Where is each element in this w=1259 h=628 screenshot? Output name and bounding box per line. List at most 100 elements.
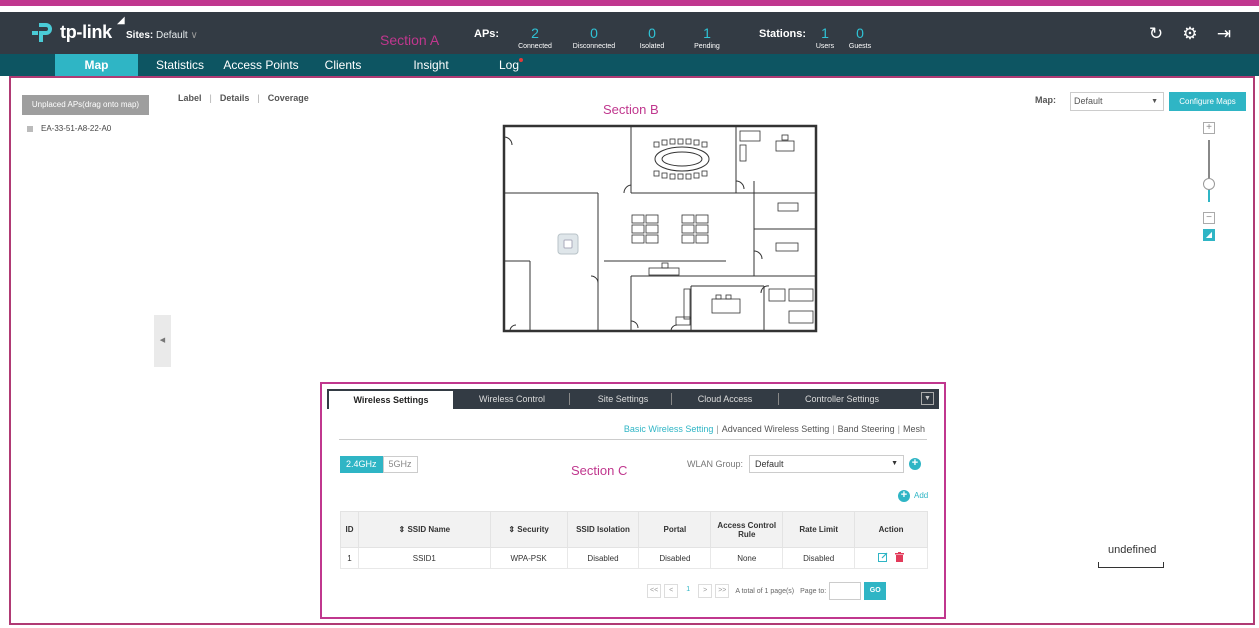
band-2-4ghz[interactable]: 2.4GHz xyxy=(340,456,383,473)
collapse-panel-handle[interactable]: ◀ xyxy=(154,315,171,367)
refresh-icon[interactable]: ↻ xyxy=(1146,24,1166,44)
chevron-down-icon: ∨ xyxy=(190,30,198,41)
nav-map[interactable]: Map xyxy=(55,54,138,76)
page-to-label: Page to: xyxy=(800,587,827,595)
ap-stat-pending[interactable]: 1 Pending xyxy=(672,26,742,51)
tab-coverage[interactable]: Coverage xyxy=(268,93,309,103)
tab-label[interactable]: Label xyxy=(178,93,202,103)
mouse-cursor-icon: ◢ xyxy=(117,15,125,26)
map-select-label: Map: xyxy=(1035,95,1056,105)
tab-details[interactable]: Details xyxy=(220,93,250,103)
aps-label: APs: xyxy=(474,28,500,40)
collapse-panel-icon[interactable]: ▼ xyxy=(921,392,934,405)
wlan-group-value: Default xyxy=(755,459,784,469)
page-total-text: A total of 1 page(s) xyxy=(735,587,795,595)
page-current[interactable]: 1 xyxy=(681,584,695,598)
tab-wireless-control[interactable]: Wireless Control xyxy=(467,389,557,409)
cell-id: 1 xyxy=(340,547,359,569)
nav-log[interactable]: Log xyxy=(480,54,542,76)
nav-access-points[interactable]: Access Points xyxy=(220,54,302,76)
logout-icon[interactable]: ⇥ xyxy=(1214,24,1234,44)
ap-device-icon xyxy=(27,125,33,132)
cell-security: WPA-PSK xyxy=(489,547,568,569)
brand-logo[interactable]: tp-link xyxy=(30,21,112,43)
zoom-out-icon[interactable]: − xyxy=(1203,212,1215,224)
nav-clients[interactable]: Clients xyxy=(314,54,372,76)
col-action: Action xyxy=(854,511,928,548)
subtab-advanced[interactable]: Advanced Wireless Setting xyxy=(722,424,830,434)
page-last-button[interactable]: >> xyxy=(715,584,730,598)
map-scale-label: undefined xyxy=(1108,544,1157,556)
nav-log-label: Log xyxy=(498,58,520,72)
wlan-group-select[interactable]: Default ▼ xyxy=(749,455,904,473)
section-c-label: Section C xyxy=(571,463,628,478)
page-number-input[interactable] xyxy=(829,582,862,600)
unplaced-ap-mac: EA-33-51-A8-22-A0 xyxy=(41,124,112,133)
add-wlan-group-icon[interactable]: + xyxy=(909,458,921,470)
sites-value: Default xyxy=(156,30,188,41)
delete-icon[interactable] xyxy=(895,552,905,562)
section-a-label: Section A xyxy=(380,32,440,48)
unplaced-aps-button[interactable]: Unplaced APs(drag onto map) xyxy=(22,95,149,115)
subtab-band-steering[interactable]: Band Steering xyxy=(838,424,895,434)
wlan-group-label: WLAN Group: xyxy=(687,459,744,469)
col-rate-limit: Rate Limit xyxy=(782,511,856,548)
subtab-mesh[interactable]: Mesh xyxy=(903,424,925,434)
cell-ssid-isolation: Disabled xyxy=(566,547,640,569)
tab-site-settings[interactable]: Site Settings xyxy=(583,389,663,409)
cell-rate-limit: Disabled xyxy=(782,547,856,569)
edit-icon[interactable] xyxy=(878,552,888,562)
zoom-slider-track[interactable] xyxy=(1208,140,1210,202)
col-ssid-isolation: SSID Isolation xyxy=(566,511,640,548)
station-stat-guests[interactable]: 0 Guests xyxy=(825,26,895,51)
cell-access-control: None xyxy=(710,547,784,569)
brand-name: tp-link xyxy=(60,21,112,42)
cell-portal: Disabled xyxy=(638,547,712,569)
tab-wireless-settings[interactable]: Wireless Settings xyxy=(329,391,453,411)
tab-controller-settings[interactable]: Controller Settings xyxy=(787,389,897,409)
col-id: ID xyxy=(340,511,359,548)
page-next-button[interactable]: > xyxy=(698,584,713,598)
zoom-in-icon[interactable]: + xyxy=(1203,122,1215,134)
page-prev-button[interactable]: < xyxy=(664,584,679,598)
alert-dot-icon xyxy=(519,58,524,62)
add-ssid-icon[interactable]: + xyxy=(898,490,910,502)
cell-ssid-name: SSID1 xyxy=(357,547,491,569)
floor-plan-image xyxy=(502,124,818,333)
fit-map-icon[interactable]: ◢ xyxy=(1203,229,1215,241)
caret-down-icon: ▼ xyxy=(1151,98,1158,105)
gear-icon[interactable]: ⚙ xyxy=(1180,24,1200,44)
header: tp-link ◢ Sites: Default ∨ Section A APs… xyxy=(0,12,1259,54)
settings-panel: Wireless Settings Wireless Control Site … xyxy=(320,382,946,619)
col-access-control: Access Control Rule xyxy=(710,511,784,548)
add-ssid-button[interactable]: Add xyxy=(914,491,928,500)
map-select-value: Default xyxy=(1074,96,1103,106)
cell-action xyxy=(854,547,928,569)
band-5ghz[interactable]: 5GHz xyxy=(382,456,418,473)
map-scale-bar xyxy=(1098,562,1164,568)
site-selector[interactable]: Sites: Default ∨ xyxy=(126,30,198,41)
access-point-marker[interactable] xyxy=(557,233,579,255)
page-go-button[interactable]: GO xyxy=(864,582,887,600)
subtab-basic[interactable]: Basic Wireless Setting xyxy=(624,424,714,434)
band-selector: 2.4GHz 5GHz xyxy=(340,456,418,473)
pagination: << < 1 > >> A total of 1 page(s) Page to… xyxy=(647,582,887,600)
tp-link-logo-icon xyxy=(32,23,52,42)
map-select[interactable]: Default ▼ xyxy=(1070,92,1164,111)
configure-maps-button[interactable]: Configure Maps xyxy=(1169,92,1246,111)
table-header-row: ID ⇕ SSID Name ⇕ Security SSID Isolation… xyxy=(340,511,928,548)
map-view-tabs: Label | Details | Coverage xyxy=(178,93,309,103)
page-first-button[interactable]: << xyxy=(647,584,662,598)
tab-cloud-access[interactable]: Cloud Access xyxy=(683,389,767,409)
col-portal: Portal xyxy=(638,511,712,548)
nav-insight[interactable]: Insight xyxy=(400,54,462,76)
sites-label: Sites: xyxy=(126,30,154,41)
zoom-control: + − ◢ xyxy=(1201,122,1217,241)
col-ssid-name[interactable]: ⇕ SSID Name xyxy=(357,511,491,548)
wireless-subtabs: Basic Wireless Setting | Advanced Wireless… xyxy=(623,424,925,434)
unplaced-ap-item[interactable]: EA-33-51-A8-22-A0 xyxy=(27,124,111,133)
nav-statistics[interactable]: Statistics xyxy=(148,54,212,76)
col-security[interactable]: ⇕ Security xyxy=(489,511,568,548)
zoom-slider-handle[interactable] xyxy=(1203,178,1215,190)
table-row: 1 SSID1 WPA-PSK Disabled Disabled None D… xyxy=(340,547,928,569)
